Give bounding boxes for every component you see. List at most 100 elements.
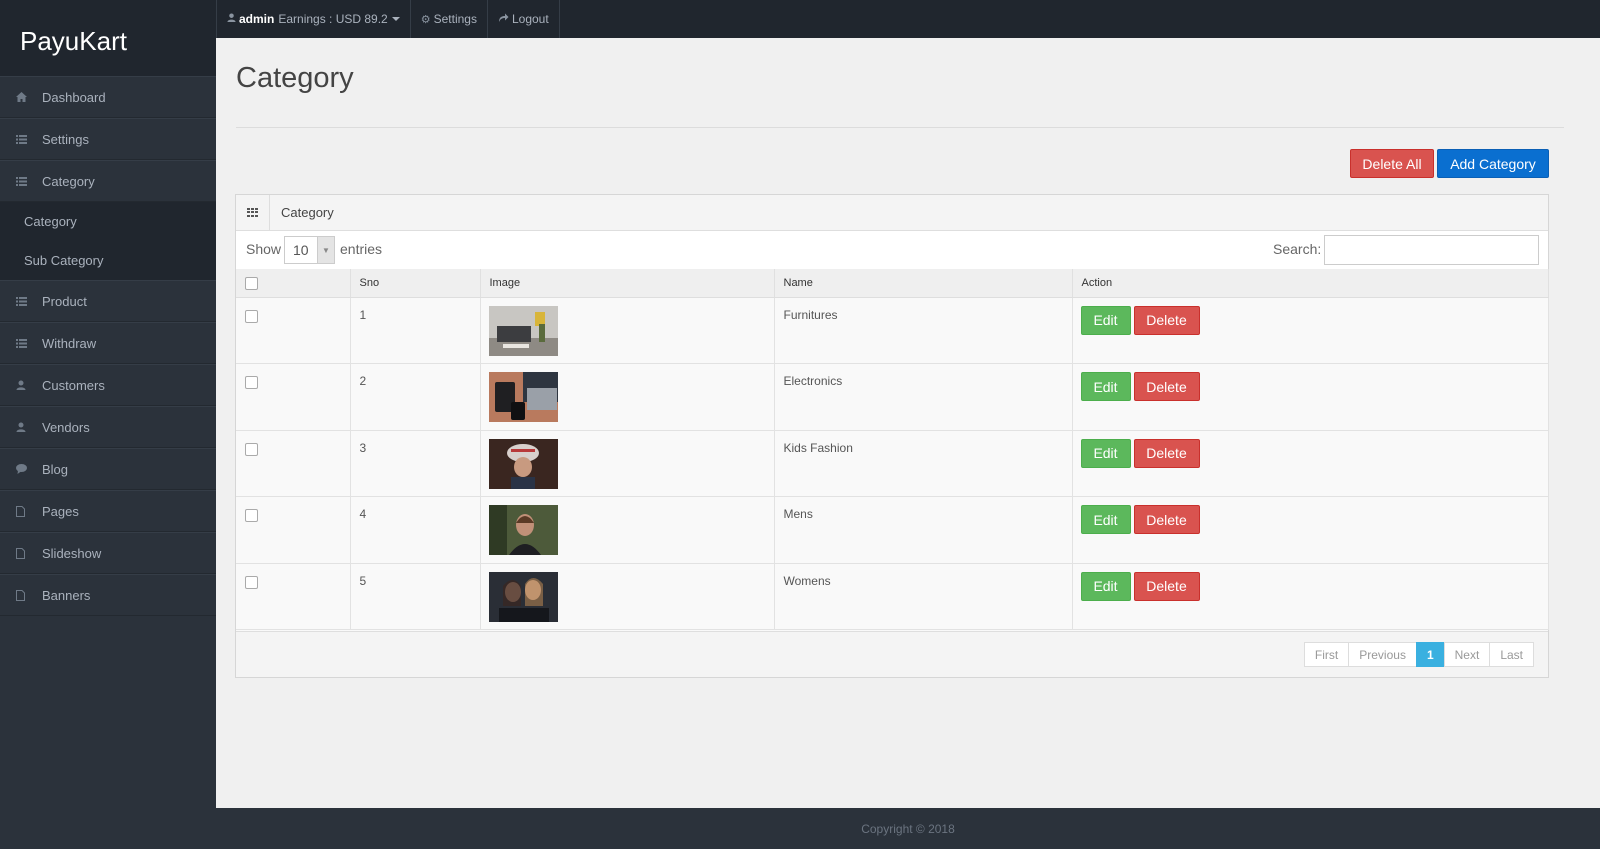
list-icon (16, 296, 42, 306)
sidebar-item-settings[interactable]: Settings (0, 118, 216, 160)
brand-logo[interactable]: PayuKart (0, 0, 216, 76)
sidebar-item-product[interactable]: Product (0, 280, 216, 322)
select-all-header (236, 269, 351, 298)
image-cell (480, 563, 775, 631)
username: admin (239, 12, 275, 26)
show-label: Show (246, 241, 282, 257)
action-cell: Edit Delete (1072, 430, 1549, 498)
delete-button[interactable]: Delete (1133, 372, 1200, 402)
row-checkbox[interactable] (245, 376, 258, 390)
panel-title: Category (281, 205, 334, 220)
table-row: 1 Furnitures Edit Delete (236, 297, 1549, 365)
submenu-item-sub-category[interactable]: Sub Category (0, 241, 216, 280)
pagination-first[interactable]: First (1303, 642, 1350, 667)
user-menu-dropdown[interactable]: admin Earnings : USD 89.2 (216, 0, 411, 38)
add-category-button[interactable]: Add Category (1437, 149, 1549, 178)
entries-length-select[interactable]: 10 ▼ (284, 236, 335, 264)
pagination-last[interactable]: Last (1489, 642, 1534, 667)
pagination-row: First Previous 1 Next Last (236, 631, 1548, 677)
user-icon (16, 422, 42, 432)
column-header-image[interactable]: Image (480, 269, 775, 298)
womens-thumbnail (488, 571, 558, 622)
sno-cell: 3 (350, 430, 481, 498)
row-select-cell (236, 430, 351, 498)
edit-button[interactable]: Edit (1080, 505, 1131, 535)
sidebar-item-vendors[interactable]: Vendors (0, 406, 216, 448)
main-content: Category Delete All Add Category Categor… (216, 38, 1600, 808)
sno-cell: 1 (350, 297, 481, 365)
sno-cell: 4 (350, 496, 481, 564)
logout-link[interactable]: Logout (488, 0, 560, 38)
sidebar-item-banners[interactable]: Banners (0, 574, 216, 616)
row-checkbox[interactable] (245, 309, 258, 323)
file-icon (16, 547, 42, 559)
top-settings-link[interactable]: ⚙ Settings (411, 0, 488, 38)
list-icon (16, 176, 42, 186)
furniture-thumbnail (488, 305, 558, 356)
sidebar-item-slideshow[interactable]: Slideshow (0, 532, 216, 574)
sidebar-item-label: Withdraw (42, 335, 97, 351)
image-cell (480, 496, 775, 564)
sidebar-item-label: Vendors (42, 419, 90, 435)
sidebar-item-label: Banners (42, 587, 91, 603)
edit-button[interactable]: Edit (1080, 305, 1131, 335)
action-cell: Edit Delete (1072, 297, 1549, 365)
file-icon (16, 505, 42, 517)
edit-button[interactable]: Edit (1080, 438, 1131, 468)
sidebar-item-blog[interactable]: Blog (0, 448, 216, 490)
name-cell: Womens (774, 563, 1073, 631)
sidebar-item-pages[interactable]: Pages (0, 490, 216, 532)
delete-button[interactable]: Delete (1133, 505, 1200, 535)
action-cell: Edit Delete (1072, 563, 1549, 631)
table-controls: Show 10 ▼ entries Search: (236, 231, 1548, 269)
title-divider (236, 127, 1564, 128)
table-header-row: Sno Image Name Action (236, 269, 1549, 298)
sidebar-item-label: Slideshow (42, 545, 102, 561)
sno-cell: 5 (350, 563, 481, 631)
logout-label: Logout (511, 12, 549, 26)
sidebar-item-dashboard[interactable]: Dashboard (0, 76, 216, 118)
sidebar-item-customers[interactable]: Customers (0, 364, 216, 406)
category-panel: Category Show 10 ▼ entries Search: Sno I… (235, 194, 1549, 678)
delete-button[interactable]: Delete (1133, 305, 1200, 335)
user-icon (16, 380, 42, 390)
image-cell (480, 363, 775, 431)
name-cell: Furnitures (774, 297, 1073, 365)
chevron-down-icon: ▼ (317, 237, 334, 263)
electronics-thumbnail (488, 372, 558, 423)
pagination-previous[interactable]: Previous (1348, 642, 1417, 667)
entries-length-value: 10 (293, 242, 309, 258)
earnings-text: Earnings : USD 89.2 (278, 12, 388, 26)
column-header-sno[interactable]: Sno (350, 269, 481, 298)
select-all-checkbox[interactable] (245, 277, 258, 291)
sidebar-item-category[interactable]: Category (0, 160, 216, 202)
share-icon (498, 13, 509, 25)
pagination-page-1[interactable]: 1 (1415, 642, 1445, 667)
table-row: 5 Womens Edit Delete (236, 563, 1549, 631)
category-submenu: Category Sub Category (0, 202, 216, 280)
list-icon (16, 134, 42, 144)
pagination-next[interactable]: Next (1443, 642, 1491, 667)
name-cell: Mens (774, 496, 1073, 564)
column-header-name[interactable]: Name (774, 269, 1073, 298)
row-checkbox[interactable] (245, 575, 258, 589)
delete-button[interactable]: Delete (1133, 438, 1200, 468)
search-input[interactable] (1324, 235, 1539, 265)
edit-button[interactable]: Edit (1080, 372, 1131, 402)
row-checkbox[interactable] (245, 509, 258, 523)
home-icon (16, 92, 42, 102)
row-select-cell (236, 496, 351, 564)
sidebar-item-label: Blog (42, 461, 69, 477)
delete-button[interactable]: Delete (1133, 571, 1200, 601)
image-cell (480, 430, 775, 498)
row-select-cell (236, 363, 351, 431)
delete-all-button[interactable]: Delete All (1350, 149, 1434, 178)
image-cell (480, 297, 775, 365)
row-checkbox[interactable] (245, 442, 258, 456)
submenu-item-category[interactable]: Category (0, 202, 216, 241)
edit-button[interactable]: Edit (1080, 571, 1131, 601)
sidebar-item-withdraw[interactable]: Withdraw (0, 322, 216, 364)
gear-icon: ⚙ (420, 13, 431, 26)
kids-fashion-thumbnail (488, 438, 558, 489)
search-label: Search: (1273, 241, 1322, 257)
